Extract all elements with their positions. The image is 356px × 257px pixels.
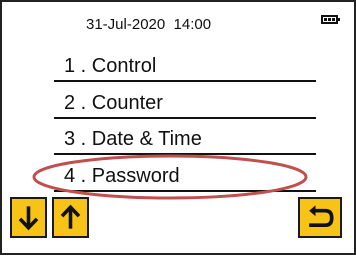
arrow-up-icon <box>60 204 81 229</box>
menu-item-label: 3 . Date & Time <box>64 128 202 150</box>
menu-item-underline <box>54 153 316 155</box>
menu-item-control[interactable]: 1 . Control <box>54 54 316 82</box>
menu-item-counter[interactable]: 2 . Counter <box>54 91 316 119</box>
device-screen: 31-Jul-2020 14:00 1 . Control 2 . Counte… <box>0 0 356 255</box>
scroll-down-button[interactable] <box>10 197 47 238</box>
back-return-icon <box>309 205 334 227</box>
menu-item-label: 2 . Counter <box>64 92 163 114</box>
menu-item-underline <box>54 80 316 82</box>
back-button[interactable] <box>298 197 342 238</box>
arrow-down-icon <box>18 206 39 231</box>
menu-item-date-time[interactable]: 3 . Date & Time <box>54 127 316 155</box>
battery-icon <box>321 15 340 24</box>
status-bar: 31-Jul-2020 14:00 <box>2 2 354 38</box>
menu-item-label: 1 . Control <box>64 55 157 77</box>
menu-item-underline <box>54 117 316 119</box>
menu-item-password[interactable]: 4 . Password <box>54 164 316 192</box>
date-time-display: 31-Jul-2020 14:00 <box>86 16 212 33</box>
scroll-up-button[interactable] <box>52 197 89 238</box>
menu-item-underline <box>54 190 316 192</box>
menu-item-label: 4 . Password <box>64 165 180 187</box>
